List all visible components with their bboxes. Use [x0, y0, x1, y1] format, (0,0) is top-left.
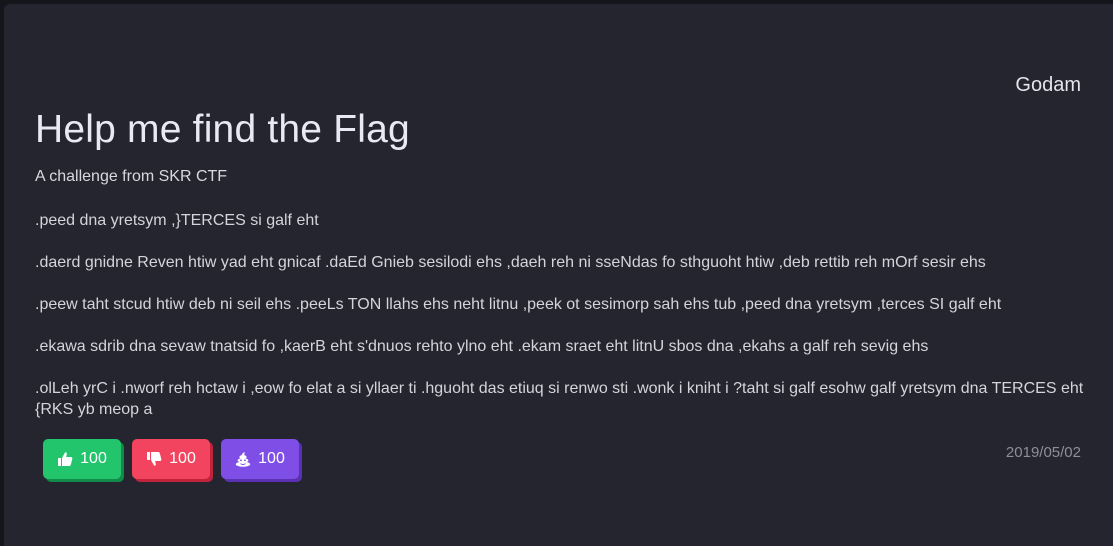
- post-paragraph: .peew taht stcud htiw deb ni seil ehs .p…: [35, 296, 1002, 313]
- post-date: 2019/05/02: [1005, 444, 1081, 461]
- thumbs-down-icon: [146, 451, 162, 467]
- post-paragraph: .olLeh yrC i .nworf reh hctaw i ,eow fo …: [35, 380, 1084, 418]
- post-card: Godam Help me find the Flag A challenge …: [4, 4, 1113, 546]
- post-author[interactable]: Godam: [1015, 74, 1081, 97]
- post-paragraph: .ekawa sdrib dna sevaw tnatsid fo ,kaerB…: [35, 338, 929, 355]
- post-paragraph: .daerd gnidne Reven htiw yad eht gnicaf …: [35, 254, 986, 271]
- poop-button[interactable]: 100: [221, 439, 299, 479]
- thumbs-up-icon: [57, 451, 73, 467]
- reaction-bar: 100 100 100: [43, 439, 299, 479]
- poop-count: 100: [258, 450, 285, 467]
- like-count: 100: [80, 450, 107, 467]
- like-button[interactable]: 100: [43, 439, 121, 479]
- dislike-count: 100: [169, 450, 196, 467]
- post-subtitle: A challenge from SKR CTF: [35, 168, 228, 185]
- poop-icon: [235, 451, 251, 467]
- post-title: Help me find the Flag: [35, 108, 410, 151]
- dislike-button[interactable]: 100: [132, 439, 210, 479]
- post-paragraph: .peed dna yretsym ,}TERCES si galf eht: [35, 212, 319, 229]
- post-body: .peed dna yretsym ,}TERCES si galf eht .…: [35, 210, 1095, 441]
